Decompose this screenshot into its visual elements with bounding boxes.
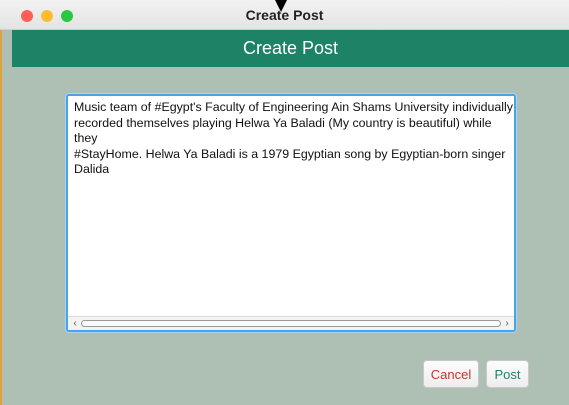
horizontal-scrollbar[interactable]: ‹ › xyxy=(68,316,514,330)
post-button[interactable]: Post xyxy=(486,360,529,388)
cancel-button[interactable]: Cancel xyxy=(423,360,479,388)
window-edge-accent xyxy=(0,30,2,405)
scroll-left-icon[interactable]: ‹ xyxy=(69,317,81,330)
page-header: Create Post xyxy=(12,30,569,67)
scroll-right-icon[interactable]: › xyxy=(501,317,513,330)
create-post-window: Create Post Create Post Music team of #E… xyxy=(0,0,569,405)
page-title: Create Post xyxy=(242,38,339,58)
post-text-content[interactable]: Music team of #Egypt's Faculty of Engine… xyxy=(74,100,514,178)
scrollbar-thumb[interactable] xyxy=(81,320,501,327)
post-text-area[interactable]: Music team of #Egypt's Faculty of Engine… xyxy=(66,94,516,332)
pointer-icon xyxy=(275,0,287,12)
